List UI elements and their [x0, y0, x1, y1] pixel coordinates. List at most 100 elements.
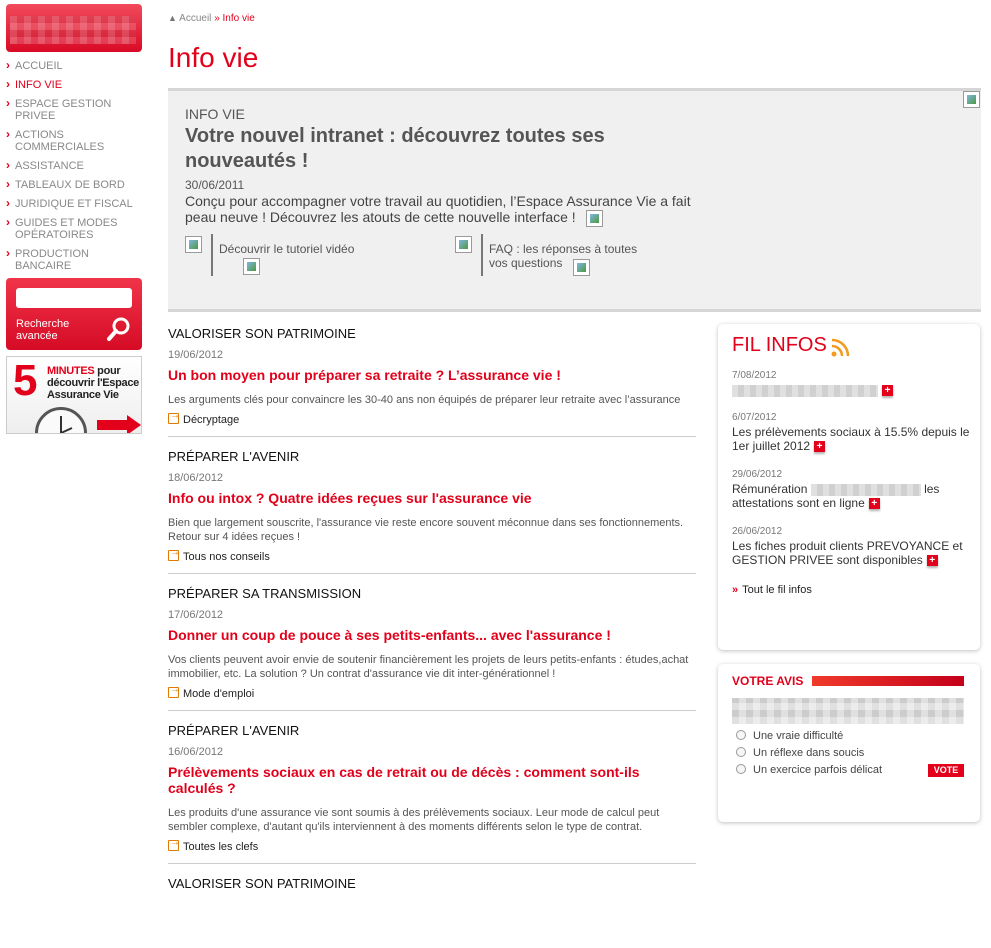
nav-item-espace-gestion-privee[interactable]: ESPACE GESTION PRIVEE	[6, 97, 142, 122]
brand-logo[interactable]	[6, 4, 142, 52]
article-more-label[interactable]: Décryptage	[183, 414, 239, 426]
article-category: PRÉPARER L'AVENIR	[168, 723, 300, 738]
arrow-link-icon	[168, 837, 180, 851]
poll-option[interactable]: Un exercice parfois délicat	[736, 764, 882, 776]
radio-button[interactable]	[736, 764, 746, 774]
arrow-link-icon	[168, 410, 180, 424]
fil-info-item[interactable]: 6/07/2012 Les prélèvements sociaux à 15.…	[732, 412, 972, 453]
article-item: VALORISER SON PATRIMOINE 19/06/2012 Un b…	[168, 320, 696, 437]
article-more-link[interactable]: Décryptage	[168, 410, 696, 426]
article-title[interactable]: Un bon moyen pour préparer sa retraite ?…	[168, 367, 696, 383]
nav-item-production-bancaire[interactable]: PRODUCTION BANCAIRE	[6, 247, 142, 272]
article-title[interactable]: Info ou intox ? Quatre idées reçues sur …	[168, 490, 696, 506]
redacted-question	[732, 698, 964, 724]
fil-infos-title: FIL INFOS	[732, 334, 827, 356]
nav-item-assistance[interactable]: ASSISTANCE	[6, 159, 142, 172]
hero-link-tutorial[interactable]: Découvrir le tutoriel vidéo	[185, 234, 425, 278]
vote-button[interactable]: VOTE	[928, 764, 964, 777]
arrow-right-icon	[97, 415, 141, 433]
fil-info-item[interactable]: 29/06/2012 Rémunération les attestations…	[732, 469, 972, 510]
hero-text-body: Conçu pour accompagner votre travail au …	[185, 193, 691, 225]
plus-icon[interactable]: +	[926, 555, 938, 567]
article-title[interactable]: Prélèvements sociaux en cas de retrait o…	[168, 764, 696, 796]
promo-banner-5-minutes[interactable]: 5 MINUTES pour découvrir l'Espace Assura…	[6, 356, 142, 434]
clock-hands	[60, 416, 73, 433]
fil-info-text-body[interactable]: Les prélèvements sociaux à 15.5% depuis …	[732, 425, 969, 453]
faq-icon	[455, 236, 472, 253]
hero-kicker: INFO VIE	[185, 106, 245, 122]
rss-icon[interactable]	[830, 338, 850, 358]
hero-title[interactable]: Votre nouvel intranet : découvrez toutes…	[185, 124, 685, 174]
article-more-label[interactable]: Tous nos conseils	[183, 551, 270, 563]
home-icon: ▲	[168, 13, 177, 23]
radio-button[interactable]	[736, 730, 746, 740]
promo-line2: découvrir l'Espace	[47, 377, 139, 389]
breadcrumb-home[interactable]: Accueil	[179, 13, 211, 24]
poll-option-label[interactable]: Un réflexe dans soucis	[753, 747, 864, 759]
article-item: PRÉPARER SA TRANSMISSION 17/06/2012 Donn…	[168, 580, 696, 711]
nav-item-info-vie[interactable]: INFO VIE	[6, 78, 142, 91]
article-item: VALORISER SON PATRIMOINE	[168, 870, 696, 901]
fil-info-item[interactable]: 7/08/2012 +	[732, 370, 972, 397]
nav-item-juridique-fiscal[interactable]: JURIDIQUE ET FISCAL	[6, 197, 142, 210]
poll-option[interactable]: Une vraie difficulté	[736, 730, 843, 742]
hero-link-faq[interactable]: FAQ : les réponses à toutes vos question…	[455, 234, 715, 278]
broken-image-icon	[573, 259, 590, 276]
nav-item-accueil[interactable]: ACCUEIL	[6, 59, 142, 72]
all-news-label[interactable]: Tout le fil infos	[742, 584, 812, 596]
article-category: PRÉPARER L'AVENIR	[168, 449, 300, 464]
breadcrumb: ▲ Accueil » Info vie	[168, 13, 255, 24]
search-input[interactable]	[16, 288, 132, 308]
hero-date: 30/06/2011	[185, 178, 245, 192]
fil-info-text[interactable]: Les fiches produit clients PREVOYANCE et…	[732, 539, 972, 567]
article-date: 16/06/2012	[168, 746, 224, 758]
promo-number: 5	[13, 356, 38, 405]
arrow-link-icon	[168, 684, 180, 698]
broken-image-icon	[243, 258, 260, 275]
article-category: VALORISER SON PATRIMOINE	[168, 876, 356, 891]
all-news-link[interactable]: » Tout le fil infos	[732, 584, 812, 596]
hero-link-faq-label[interactable]: FAQ : les réponses à toutes vos question…	[489, 242, 637, 270]
poll-option[interactable]: Un réflexe dans soucis	[736, 747, 864, 759]
clock-icon	[35, 407, 87, 433]
article-more-link[interactable]: Mode d'emploi	[168, 684, 696, 700]
article-list: VALORISER SON PATRIMOINE 19/06/2012 Un b…	[168, 320, 696, 907]
nav-item-guides-modes[interactable]: GUIDES ET MODES OPÉRATOIRES	[6, 216, 142, 241]
article-category: PRÉPARER SA TRANSMISSION	[168, 586, 362, 601]
page-title: Info vie	[168, 42, 259, 73]
article-date: 17/06/2012	[168, 609, 224, 621]
video-icon	[185, 236, 202, 253]
logo-pixelated	[10, 16, 136, 44]
plus-icon[interactable]: +	[868, 498, 880, 510]
broken-image-icon[interactable]	[585, 209, 603, 227]
fil-info-text[interactable]: +	[732, 383, 972, 397]
search-icon[interactable]	[106, 316, 132, 342]
article-more-link[interactable]: Tous nos conseils	[168, 547, 696, 563]
divider	[211, 234, 213, 276]
article-category: VALORISER SON PATRIMOINE	[168, 326, 356, 341]
main-nav: ACCUEIL INFO VIE ESPACE GESTION PRIVEE A…	[6, 59, 142, 279]
fil-info-date: 6/07/2012	[732, 412, 777, 423]
fil-info-date: 26/06/2012	[732, 526, 783, 537]
fil-info-item[interactable]: 26/06/2012 Les fiches produit clients PR…	[732, 526, 972, 567]
advanced-search-link[interactable]: Recherche avancée	[16, 318, 86, 342]
article-more-label[interactable]: Toutes les clefs	[183, 841, 258, 853]
breadcrumb-current: Info vie	[222, 13, 255, 24]
nav-item-actions-commerciales[interactable]: ACTIONS COMMERCIALES	[6, 128, 142, 153]
hero-link-tutorial-label[interactable]: Découvrir le tutoriel vidéo	[219, 242, 354, 256]
fil-info-text[interactable]: Les prélèvements sociaux à 15.5% depuis …	[732, 425, 972, 453]
featured-article: INFO VIE Votre nouvel intranet : découvr…	[168, 88, 981, 312]
poll-option-label[interactable]: Une vraie difficulté	[753, 730, 843, 742]
plus-icon[interactable]: +	[814, 441, 826, 453]
nav-item-tableaux-de-bord[interactable]: TABLEAUX DE BORD	[6, 178, 142, 191]
poll-option-label[interactable]: Un exercice parfois délicat	[753, 764, 882, 776]
breadcrumb-separator: »	[214, 13, 220, 24]
fil-info-text[interactable]: Rémunération les attestations sont en li…	[732, 482, 972, 510]
search-panel: Recherche avancée	[6, 278, 142, 350]
radio-button[interactable]	[736, 747, 746, 757]
article-title[interactable]: Donner un coup de pouce à ses petits-enf…	[168, 627, 696, 643]
fil-info-text-before[interactable]: Rémunération	[732, 482, 807, 496]
article-more-label[interactable]: Mode d'emploi	[183, 688, 254, 700]
plus-icon[interactable]: +	[882, 385, 893, 397]
article-more-link[interactable]: Toutes les clefs	[168, 837, 696, 853]
